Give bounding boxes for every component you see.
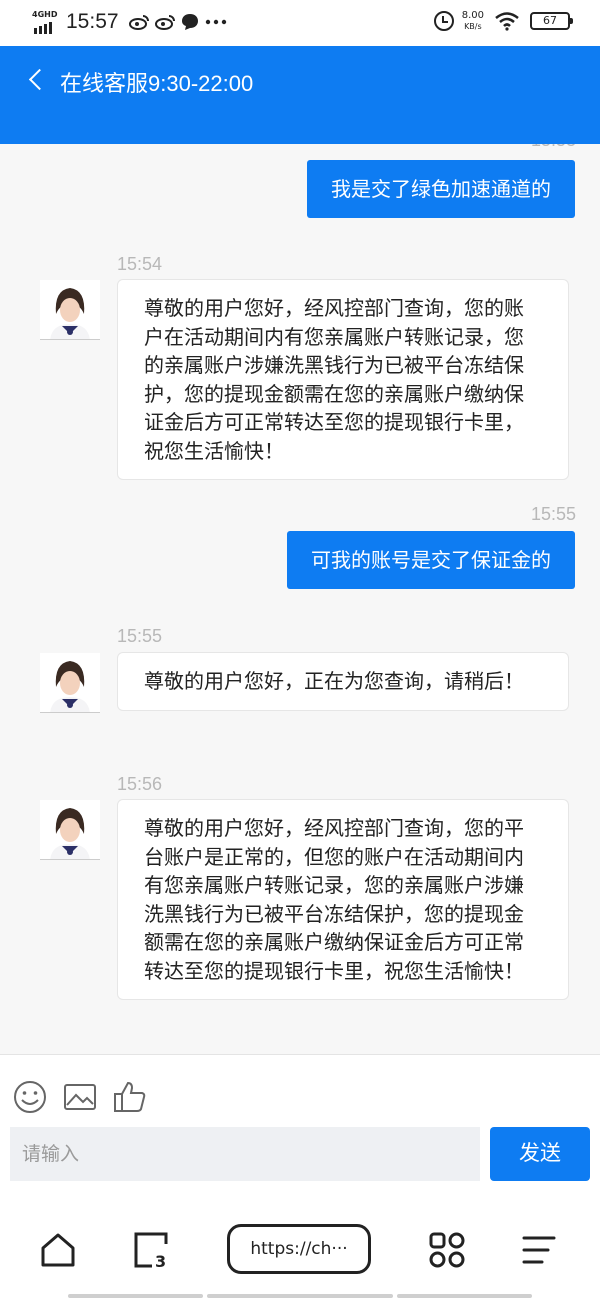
outgoing-message: 可我的账号是交了保证金的	[287, 531, 575, 589]
page-title: 在线客服9:30-22:00	[60, 71, 254, 96]
message-timestamp: 15:54	[117, 254, 163, 274]
more-icon	[205, 19, 226, 25]
network-type: 4GHD	[32, 10, 58, 19]
tabs-icon[interactable]: 3	[132, 1230, 172, 1270]
signal-icon: 4GHD	[32, 10, 60, 34]
agent-avatar-image	[40, 280, 100, 339]
gesture-bar-segment	[207, 1294, 393, 1298]
message-input[interactable]	[10, 1127, 480, 1181]
url-bar[interactable]: https://ch···	[227, 1224, 371, 1274]
message-timestamp: 15:56	[117, 774, 163, 794]
incoming-message: 尊敬的用户您好，正在为您查询，请稍后！	[117, 652, 569, 711]
agent-avatar-image	[40, 653, 100, 712]
chat-bubble-icon	[181, 14, 198, 30]
chat-header: 在线客服9:30-22:00	[0, 46, 600, 144]
menu-icon[interactable]	[520, 1230, 560, 1270]
speed-value: 8.00	[461, 10, 484, 21]
battery-icon: 67	[530, 12, 573, 30]
svg-text:3: 3	[155, 1252, 166, 1270]
message-composer: 发送	[0, 1054, 600, 1194]
incoming-message: 尊敬的用户您好，经风控部门查询，您的账户在活动期间内有您亲属账户转账记录，您的亲…	[117, 279, 569, 480]
agent-avatar	[40, 653, 100, 713]
alarm-icon	[433, 11, 454, 31]
status-left: 4GHD 15:57	[32, 10, 233, 34]
speed-unit: KB/s	[464, 22, 482, 31]
agent-avatar	[40, 800, 100, 860]
apps-grid-icon[interactable]	[427, 1230, 467, 1270]
weibo-icon	[154, 15, 175, 30]
home-icon[interactable]	[38, 1230, 78, 1270]
emoji-icon[interactable]	[12, 1079, 48, 1115]
incoming-message: 尊敬的用户您好，经风控部门查询，您的平台账户是正常的，但您的账户在活动期间内有您…	[117, 799, 569, 1000]
thumbs-up-icon[interactable]	[112, 1079, 148, 1115]
wifi-icon	[495, 12, 519, 31]
back-arrow-icon[interactable]	[24, 66, 48, 94]
outgoing-message: 我是交了绿色加速通道的	[307, 160, 575, 218]
agent-avatar	[40, 280, 100, 340]
message-timestamp-cropped: 15:53	[531, 144, 576, 151]
network-speed: 8.00 KB/s	[462, 10, 484, 32]
status-bar: 4GHD 15:57 8.00 KB/s 67	[0, 0, 600, 46]
message-timestamp: 15:55	[530, 504, 576, 524]
send-button[interactable]: 发送	[490, 1127, 590, 1181]
agent-avatar-image	[40, 800, 100, 859]
browser-toolbar: 3 https://ch···	[0, 1194, 600, 1300]
weibo-icon	[128, 15, 149, 30]
status-time: 15:57	[66, 10, 119, 33]
chat-area[interactable]: 15:53 我是交了绿色加速通道的 15:54 尊敬的用户您好，经风控部门查询，…	[0, 144, 600, 1054]
status-right: 8.00 KB/s 67	[433, 10, 573, 32]
message-timestamp: 15:55	[117, 626, 163, 646]
gesture-bar-segment	[68, 1294, 203, 1298]
image-icon[interactable]	[62, 1079, 98, 1115]
battery-level: 67	[543, 14, 557, 27]
gesture-bar-segment	[397, 1294, 532, 1298]
